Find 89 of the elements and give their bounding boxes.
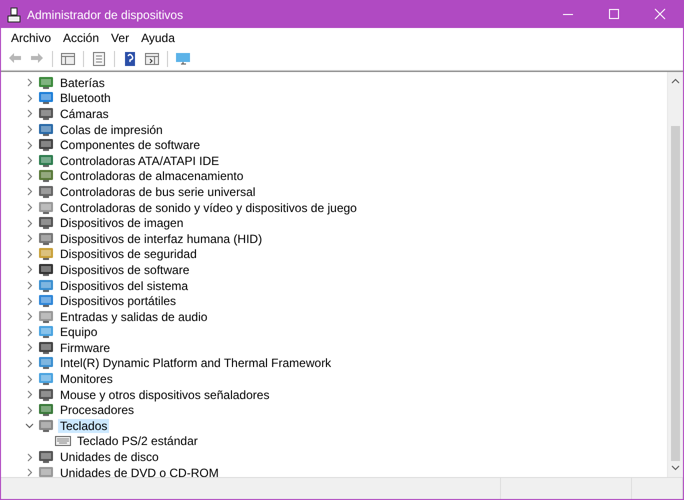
chevron-icon[interactable] bbox=[25, 374, 34, 384]
window-icon bbox=[60, 50, 76, 66]
device-icon bbox=[38, 356, 54, 370]
chevron-icon[interactable] bbox=[25, 343, 34, 352]
device-icon bbox=[38, 418, 54, 433]
chevron-icon[interactable] bbox=[25, 468, 34, 477]
chevron-icon[interactable] bbox=[25, 172, 34, 181]
tree-item[interactable]: Dispositivos del sistema bbox=[58, 278, 190, 293]
tree-item[interactable]: Dispositivos de imagen bbox=[58, 216, 186, 230]
chevron-icon[interactable] bbox=[25, 281, 34, 290]
device-icon bbox=[38, 294, 54, 308]
device-icon bbox=[38, 216, 54, 230]
device-icon bbox=[38, 388, 54, 402]
tree-item[interactable]: Dispositivos de interfaz humana (HID) bbox=[58, 232, 264, 246]
tree-item[interactable]: Unidades de DVD o CD-ROM bbox=[58, 466, 221, 477]
device-icon bbox=[38, 278, 54, 293]
tree-item[interactable]: Baterías bbox=[58, 76, 107, 90]
device-icon bbox=[38, 91, 54, 106]
document-icon bbox=[91, 50, 107, 66]
device-icon bbox=[38, 466, 54, 477]
monitor-icon bbox=[175, 50, 191, 66]
tree-item[interactable]: Procesadores bbox=[58, 403, 136, 418]
chevron-icon[interactable] bbox=[25, 421, 34, 430]
scrollbar[interactable] bbox=[667, 72, 683, 477]
chevron-icon[interactable] bbox=[25, 156, 34, 166]
tree-item[interactable]: Intel(R) Dynamic Platform and Thermal Framework bbox=[58, 356, 334, 370]
chevron-icon[interactable] bbox=[25, 265, 34, 274]
chevron-icon[interactable] bbox=[25, 94, 34, 103]
chevron-icon[interactable] bbox=[25, 406, 34, 415]
tree-item[interactable]: Cámaras bbox=[58, 106, 111, 121]
tree-item[interactable]: Controladoras ATA/ATAPI IDE bbox=[58, 154, 222, 168]
device-icon bbox=[38, 200, 54, 215]
tree-item[interactable]: Dispositivos de software bbox=[58, 262, 192, 277]
chevron-icon[interactable] bbox=[25, 390, 34, 400]
chevron-icon[interactable] bbox=[25, 140, 34, 150]
tree-item[interactable]: Teclado PS/2 estándar bbox=[75, 434, 200, 448]
device-icon bbox=[38, 169, 54, 184]
keyboard-icon bbox=[55, 436, 71, 446]
device-icon bbox=[38, 184, 54, 199]
menu-item[interactable]: Acción bbox=[57, 28, 106, 46]
chevron-icon[interactable] bbox=[25, 109, 34, 118]
chevron-icon[interactable] bbox=[25, 250, 34, 259]
chevron-icon[interactable] bbox=[25, 328, 34, 337]
tree-item[interactable]: Unidades de disco bbox=[58, 450, 161, 464]
tree-item[interactable]: Controladoras de bus serie universal bbox=[58, 184, 258, 199]
device-icon bbox=[38, 310, 54, 324]
window-title: Administrador de dispositivos bbox=[27, 8, 184, 22]
tree-item[interactable]: Entradas y salidas de audio bbox=[58, 310, 210, 324]
tree-item[interactable]: Dispositivos portátiles bbox=[58, 294, 178, 308]
device-icon bbox=[38, 325, 54, 340]
device-icon bbox=[38, 403, 54, 418]
tree-item[interactable]: Teclados bbox=[58, 418, 110, 433]
app-icon bbox=[7, 6, 21, 22]
help-icon bbox=[122, 50, 138, 66]
tree-item[interactable]: Bluetooth bbox=[58, 91, 113, 106]
device-icon bbox=[38, 122, 54, 137]
device-icon bbox=[38, 138, 54, 152]
menu-item[interactable]: Ayuda bbox=[135, 28, 181, 46]
chevron-icon[interactable] bbox=[25, 452, 34, 462]
tree-item[interactable]: Mouse y otros dispositivos señaladores bbox=[58, 388, 272, 402]
device-icon bbox=[38, 76, 54, 90]
tree-item[interactable]: Monitores bbox=[58, 372, 115, 386]
chevron-icon[interactable] bbox=[25, 203, 34, 212]
chevron-icon[interactable] bbox=[25, 234, 34, 244]
device-icon bbox=[38, 154, 54, 168]
tree-item[interactable]: Colas de impresión bbox=[58, 122, 165, 137]
tree-item[interactable]: Controladoras de sonido y vídeo y dispositivos de juego bbox=[58, 200, 359, 215]
device-icon bbox=[38, 106, 54, 121]
tree-item[interactable]: Controladoras de almacenamiento bbox=[58, 169, 246, 184]
tree-item[interactable]: Equipo bbox=[58, 325, 100, 340]
chevron-icon[interactable] bbox=[25, 125, 34, 134]
chevron-icon[interactable] bbox=[25, 296, 34, 306]
tree-item[interactable]: Componentes de software bbox=[58, 138, 202, 152]
device-icon bbox=[38, 232, 54, 246]
chevron-icon[interactable] bbox=[25, 218, 34, 228]
tree-item[interactable]: Firmware bbox=[58, 340, 112, 355]
chevron-icon[interactable] bbox=[25, 78, 34, 88]
device-icon bbox=[38, 372, 54, 386]
device-icon bbox=[38, 450, 54, 464]
menu-item[interactable]: Ver bbox=[105, 28, 136, 46]
window-icon bbox=[144, 50, 160, 66]
menu-item[interactable]: Archivo bbox=[5, 28, 58, 46]
tree-item[interactable]: Dispositivos de seguridad bbox=[58, 247, 199, 262]
chevron-icon[interactable] bbox=[25, 187, 34, 196]
chevron-icon[interactable] bbox=[25, 358, 34, 368]
device-icon bbox=[38, 340, 54, 355]
device-icon bbox=[38, 247, 54, 262]
chevron-icon[interactable] bbox=[25, 312, 34, 322]
device-icon bbox=[38, 262, 54, 277]
